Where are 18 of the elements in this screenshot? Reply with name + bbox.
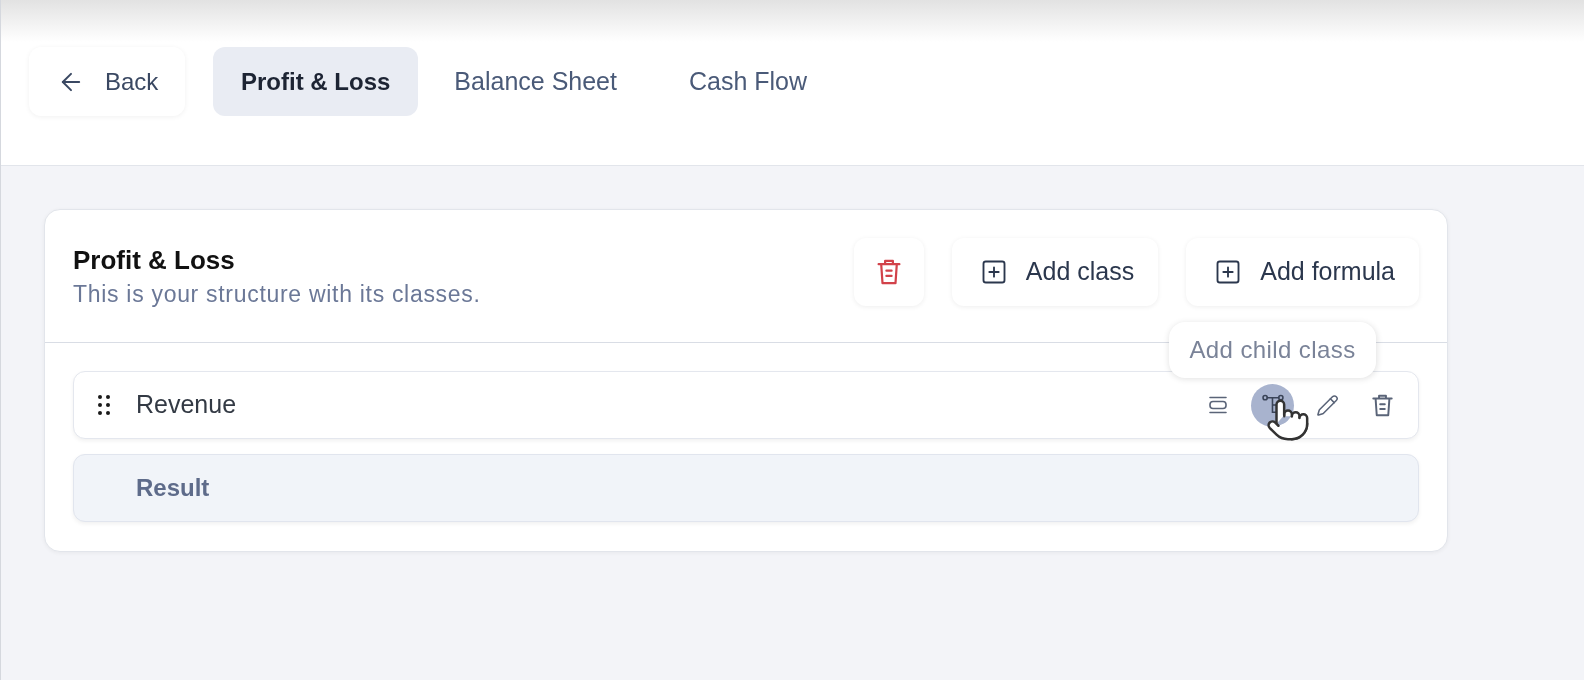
- pencil-icon: [1316, 393, 1339, 417]
- hand-cursor-icon: [1265, 397, 1311, 443]
- add-button[interactable]: Add formula: [1186, 238, 1419, 306]
- delete-button[interactable]: [853, 238, 924, 306]
- trash-icon: [875, 259, 902, 285]
- drag-handle-icon[interactable]: [98, 395, 110, 415]
- back-button[interactable]: Back: [29, 47, 185, 116]
- tooltip: Add child class: [1169, 322, 1376, 378]
- row-label: Revenue: [136, 389, 237, 421]
- tab[interactable]: Cash Flow: [652, 47, 844, 116]
- result-label: Result: [136, 473, 210, 503]
- card-subtitle: This is your structure with its classes.: [73, 280, 481, 309]
- tab[interactable]: Balance Sheet: [418, 47, 653, 116]
- trash-icon: [1371, 393, 1394, 417]
- add-button[interactable]: Add class: [951, 238, 1159, 306]
- tab[interactable]: Profit & Loss: [213, 47, 419, 116]
- class-row[interactable]: Revenue: [73, 371, 1419, 439]
- card-title: Profit & Loss: [73, 244, 236, 277]
